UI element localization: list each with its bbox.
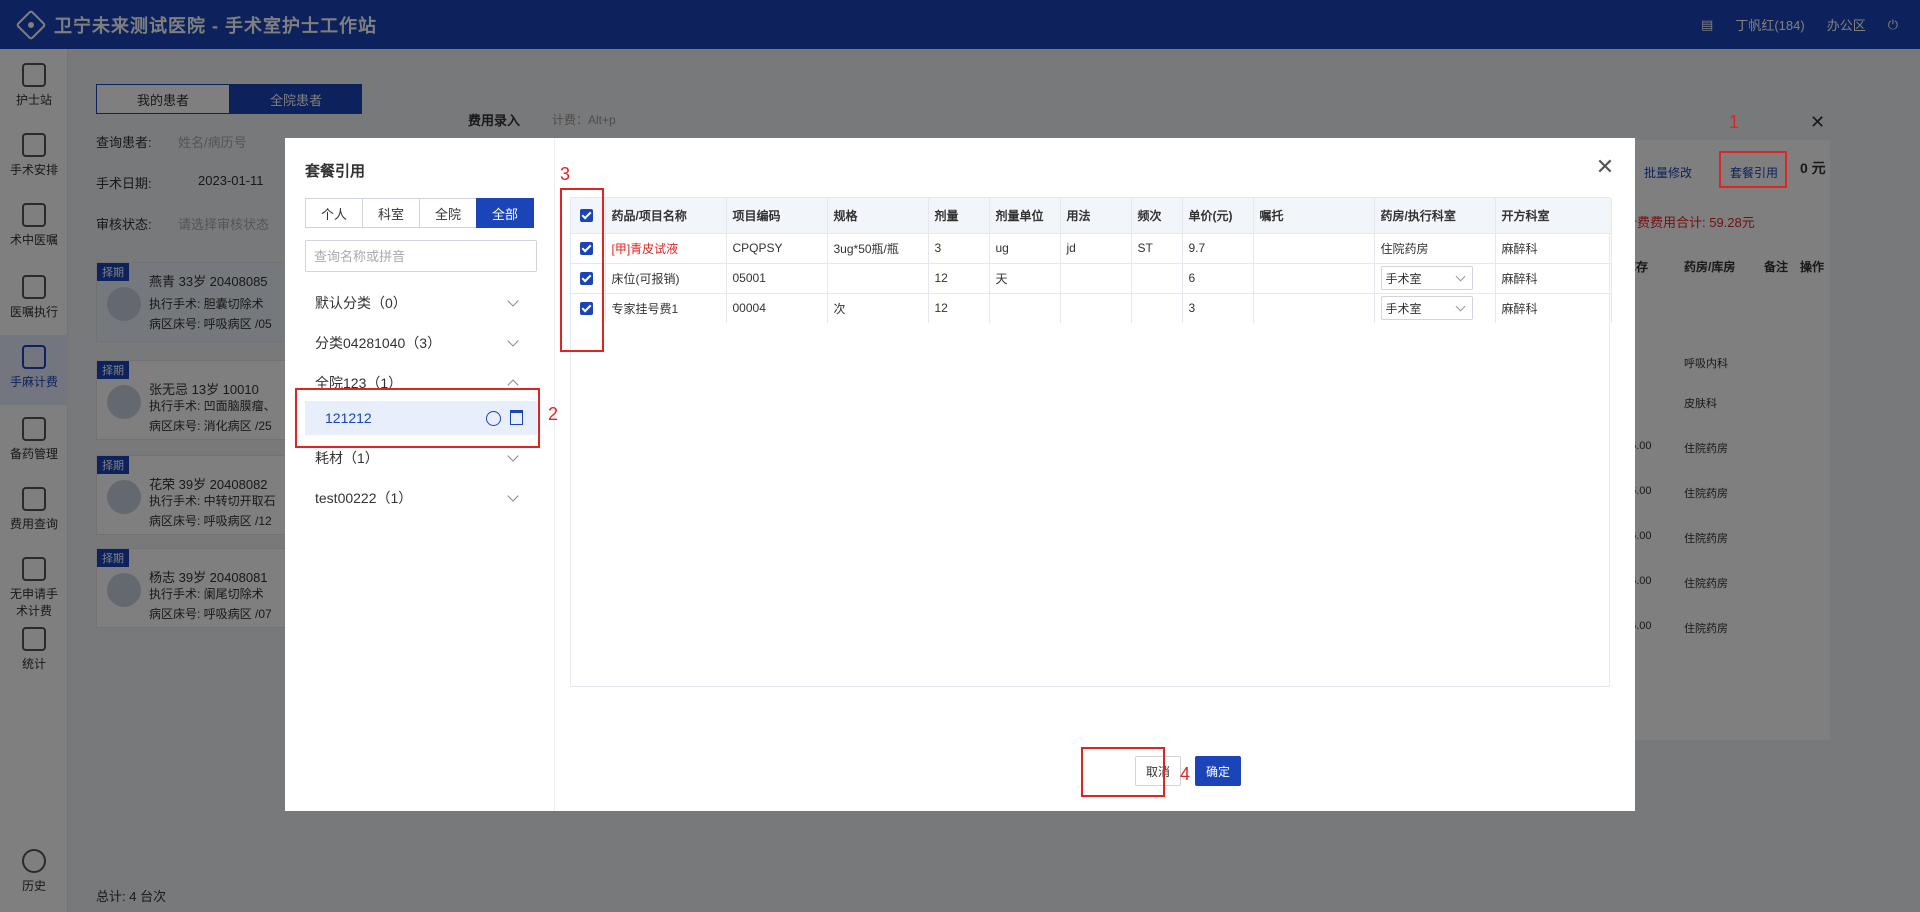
annotation-box-4 [1081, 747, 1165, 797]
annotation-box-2 [295, 388, 540, 448]
annotation-number-2: 2 [548, 404, 559, 424]
tab-all[interactable]: 全部 [476, 198, 534, 228]
category-default[interactable]: 默认分类（0） [305, 285, 537, 321]
package-items-table: 药品/项目名称 项目编码 规格 剂量 剂量单位 用法 频次 单价(元) 嘱托 药… [570, 197, 1612, 687]
chevron-down-icon [507, 335, 519, 347]
chevron-down-icon [507, 450, 519, 462]
tab-personal[interactable]: 个人 [305, 198, 363, 228]
package-reference-dialog: 套餐引用 个人 科室 全院 全部 默认分类（0） 分类04281040（3） 全… [285, 138, 1635, 811]
dialog-title: 套餐引用 [305, 163, 366, 180]
pharmacy-select[interactable]: 手术室 [1380, 296, 1473, 321]
category-04281040[interactable]: 分类04281040（3） [305, 325, 537, 361]
annotation-box-3 [560, 188, 604, 352]
annotation-number-1: 1 [1729, 112, 1740, 132]
package-tree-panel: 套餐引用 个人 科室 全院 全部 默认分类（0） 分类04281040（3） 全… [285, 138, 555, 811]
tab-hospital[interactable]: 全院 [419, 198, 477, 228]
annotation-number-3: 3 [560, 164, 571, 184]
pharmacy-select[interactable]: 手术室 [1380, 266, 1473, 290]
table-row[interactable]: 床位(可报销) 05001 12 天 6 手术室 麻醉科 [571, 262, 1612, 293]
chevron-down-icon [507, 295, 519, 307]
scope-tabs: 个人 科室 全院 全部 [305, 198, 534, 228]
table-row[interactable]: [甲]青皮试液 CPQPSY 3ug*50瓶/瓶 3 ug jd ST 9.7 … [571, 232, 1612, 263]
table-header: 药品/项目名称 项目编码 规格 剂量 剂量单位 用法 频次 单价(元) 嘱托 药… [571, 198, 1612, 233]
close-icon[interactable]: ✕ [1595, 156, 1615, 178]
category-test00222[interactable]: test00222（1） [305, 480, 537, 516]
table-row[interactable]: 专家挂号费1 00004 次 12 3 手术室 麻醉科 [571, 292, 1612, 323]
annotation-number-4: 4 [1180, 764, 1191, 784]
tab-department[interactable]: 科室 [362, 198, 420, 228]
annotation-box-1 [1719, 151, 1787, 188]
chevron-down-icon [507, 490, 519, 502]
package-search-input[interactable] [305, 240, 537, 272]
confirm-button[interactable]: 确定 [1195, 756, 1241, 786]
